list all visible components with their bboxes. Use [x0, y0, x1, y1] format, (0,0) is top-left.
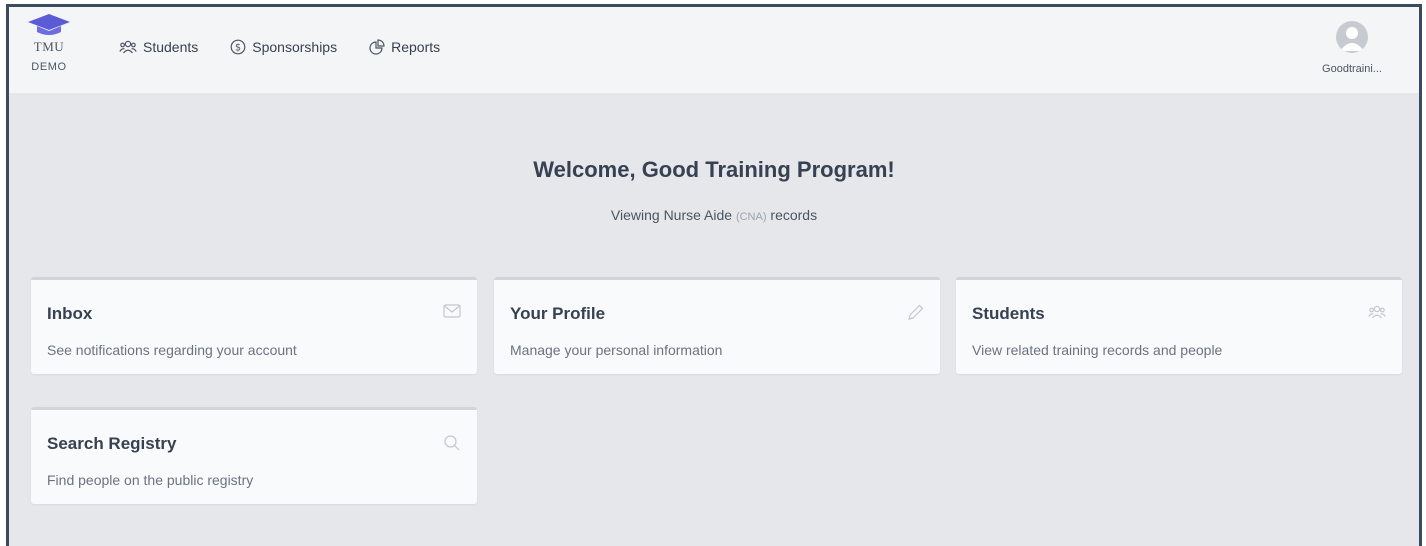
card-description: Manage your personal information — [510, 342, 723, 358]
graduation-cap-icon — [28, 14, 70, 35]
nav-item-students[interactable]: Students — [119, 39, 198, 55]
avatar[interactable] — [1336, 21, 1368, 53]
user-icon — [1340, 27, 1364, 51]
brand-environment-label: DEMO — [31, 61, 67, 73]
svg-text:$: $ — [235, 43, 241, 54]
page-title: Welcome, Good Training Program! — [533, 157, 895, 182]
nav-item-reports[interactable]: Reports — [369, 39, 440, 55]
license-code: (CNA) — [735, 211, 767, 223]
pencil-icon — [908, 304, 924, 320]
card-your-profile[interactable]: Your Profile Manage your personal inform… — [494, 277, 940, 374]
card-title: Your Profile — [510, 304, 606, 323]
dollar-circle-icon: $ — [230, 39, 246, 55]
card-description: View related training records and people — [972, 342, 1223, 358]
card-search-registry[interactable]: Search Registry Find people on the publi… — [31, 407, 477, 504]
card-title: Students — [972, 304, 1045, 323]
search-icon — [444, 435, 460, 451]
nav-item-label: Students — [143, 39, 199, 55]
nav-item-label: Reports — [391, 39, 441, 55]
main-nav: Students $ Sponsorships Reports — [119, 39, 440, 55]
envelope-icon — [443, 304, 461, 318]
top-navigation-bar: TMU DEMO Students $ Sponsorships Reports… — [9, 7, 1419, 93]
users-icon — [1368, 305, 1386, 319]
page-subtitle: Viewing Nurse Aide (CNA) records — [9, 207, 1419, 223]
card-students[interactable]: Students View related training records a… — [956, 277, 1402, 374]
nav-item-label: Sponsorships — [252, 39, 338, 55]
app-frame: TMU DEMO Students $ Sponsorships Reports… — [6, 4, 1422, 546]
brand-name: TMU — [33, 39, 65, 54]
user-menu[interactable]: Goodtraini... — [1307, 21, 1397, 75]
card-title: Inbox — [47, 304, 93, 323]
card-description: See notifications regarding your account — [47, 342, 297, 358]
user-name: Goodtraini... — [1322, 63, 1382, 75]
pie-chart-icon — [369, 39, 385, 55]
subtitle-suffix: records — [766, 207, 818, 223]
nav-item-sponsorships[interactable]: $ Sponsorships — [230, 39, 337, 55]
subtitle-prefix: Viewing Nurse Aide — [610, 207, 736, 223]
card-description: Find people on the public registry — [47, 472, 254, 488]
card-title: Search Registry — [47, 434, 177, 453]
brand-logo[interactable]: TMU DEMO — [23, 13, 75, 89]
card-inbox[interactable]: Inbox See notifications regarding your a… — [31, 277, 477, 374]
users-icon — [119, 40, 137, 54]
